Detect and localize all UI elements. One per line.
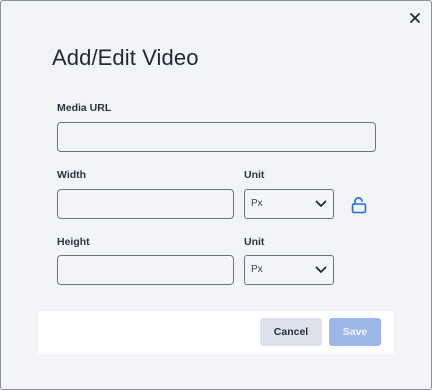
close-button[interactable] [408, 11, 422, 25]
height-unit-label: Unit [244, 236, 265, 248]
width-label: Width [57, 169, 87, 181]
height-label: Height [57, 236, 90, 248]
media-url-input[interactable] [57, 122, 376, 152]
aspect-lock-button[interactable] [350, 196, 368, 214]
height-unit-select[interactable]: Px [244, 255, 334, 285]
chevron-down-icon [315, 200, 327, 207]
cancel-button[interactable]: Cancel [260, 318, 322, 346]
height-unit-value: Px [251, 264, 263, 275]
chevron-down-icon [315, 266, 327, 273]
dialog-footer: Cancel Save [38, 311, 394, 354]
unlock-icon [351, 197, 367, 214]
add-edit-video-dialog: Add/Edit Video Media URL Width Unit Px H… [0, 0, 432, 390]
close-icon [410, 13, 420, 23]
width-input[interactable] [57, 189, 234, 219]
media-url-label: Media URL [57, 102, 112, 114]
width-unit-value: Px [251, 198, 263, 209]
width-unit-label: Unit [244, 169, 265, 181]
height-input[interactable] [57, 255, 234, 285]
dialog-title: Add/Edit Video [52, 45, 199, 70]
save-button[interactable]: Save [329, 318, 381, 346]
width-unit-select[interactable]: Px [244, 189, 334, 219]
